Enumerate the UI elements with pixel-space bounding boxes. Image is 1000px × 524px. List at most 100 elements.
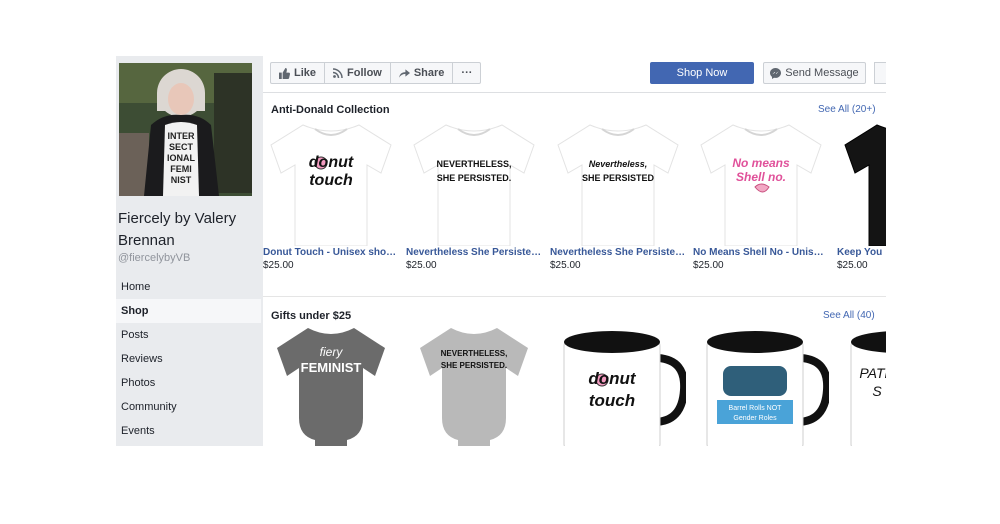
nav-item-reviews[interactable]: Reviews [116, 347, 261, 371]
product-price: $25.00 [406, 260, 437, 271]
product-image-graphic: Nevertheless, SHE PERSISTED [557, 124, 679, 247]
section-divider [263, 296, 886, 297]
action-button-group: Like Follow Share ··· [270, 62, 482, 84]
more-options-button[interactable]: ··· [453, 63, 480, 83]
product-name-link[interactable]: Nevertheless She Persisted (... [406, 247, 542, 258]
print-text: No means [732, 156, 790, 170]
product-card[interactable]: Nevertheless, SHE PERSISTED Nevertheless S… [550, 111, 686, 271]
product-price: $25.00 [693, 260, 724, 271]
nav-item-shop[interactable]: Shop [116, 299, 261, 323]
print-text: donut [588, 369, 637, 388]
product-card[interactable]: Keep You $25.00 [837, 111, 886, 271]
product-image-graphic: fieryFEMINIST [277, 328, 385, 446]
product-card[interactable]: fiery FEMINIST [263, 318, 399, 446]
onesie-shape [420, 328, 528, 446]
product-name-link[interactable]: No Means Shell No - Unisex s... [693, 247, 829, 258]
shop-main: Like Follow Share ··· Shop Now Send Mess… [263, 56, 886, 446]
print-text: SHE PERSISTED [582, 173, 655, 183]
product-name-link[interactable]: Keep You [837, 247, 886, 258]
product-card[interactable]: Barrel Rolls NOT Gender Roles [693, 318, 832, 446]
page-action-bar: Like Follow Share ··· Shop Now Send Mess… [263, 56, 886, 93]
print-text: PATR [859, 365, 886, 381]
product-name-link[interactable]: Nevertheless She Persisted -... [550, 247, 686, 258]
product-image-graphic: No meansShell no. [700, 124, 822, 247]
product-image[interactable]: Barrel Rolls NOT Gender Roles [693, 318, 832, 446]
product-card[interactable]: NEVERTHELESS, SHE PERSISTED. [406, 318, 542, 446]
like-button[interactable]: Like [271, 63, 326, 83]
product-image[interactable]: donut touch [263, 111, 399, 247]
print-text: fiery [320, 345, 344, 359]
print-text: touch [589, 391, 635, 410]
product-image[interactable]: NEVERTHELESS, SHE PERSISTED. [406, 111, 542, 247]
print-text: Gender Roles [733, 415, 777, 422]
product-image[interactable]: NEVERTHELESS, SHE PERSISTED. [406, 318, 542, 446]
product-image[interactable]: Nevertheless, SHE PERSISTED [550, 111, 686, 247]
shop-now-button[interactable]: Shop Now [650, 62, 754, 84]
more-icon: ··· [461, 67, 473, 79]
product-image[interactable] [837, 111, 886, 247]
send-message-button[interactable]: Send Message [763, 62, 866, 84]
share-button[interactable]: Share [391, 63, 454, 83]
page-nav: Home Shop Posts Reviews Photos Community Event… [116, 275, 261, 443]
product-card[interactable]: donut touch Donut Touch - Unisex short sl.… [263, 111, 399, 271]
product-image-graphic [844, 124, 886, 247]
product-image-graphic: NEVERTHELESS, SHE PERSISTED. [420, 328, 528, 446]
product-price: $25.00 [550, 260, 581, 271]
t-shirt-shape [557, 124, 679, 247]
nav-item-posts[interactable]: Posts [116, 323, 261, 347]
rss-follow-icon [333, 68, 343, 78]
product-card[interactable]: donut touch [550, 318, 689, 446]
truncated-button-edge [874, 62, 886, 84]
follow-button[interactable]: Follow [325, 63, 391, 83]
photo-shirt-text-line: IONAL [167, 153, 196, 163]
page-sidebar: INTER SECT IONAL FEMI NIST Fiercely by Valer… [116, 56, 261, 446]
photo-shirt-text-line: FEMI [170, 164, 192, 174]
t-shirt-shape [844, 124, 886, 247]
print-text: SHE PERSISTED. [437, 173, 512, 183]
nav-item-events[interactable]: Events [116, 419, 261, 443]
product-price: $25.00 [837, 260, 868, 271]
nav-item-photos[interactable]: Photos [116, 371, 261, 395]
product-image-graphic: Barrel Rolls NOT Gender Roles [706, 331, 832, 446]
mug-rim [564, 331, 660, 353]
product-image-graphic: donut touch [563, 331, 689, 446]
print-text: SHE PERSISTED. [441, 361, 507, 370]
product-image[interactable]: PATR S [837, 318, 886, 446]
page-name[interactable]: Fiercely by Valery Brennan [118, 208, 258, 252]
send-message-label: Send Message [785, 67, 859, 79]
photo-shirt-text-line: NIST [171, 175, 192, 185]
share-arrow-icon [398, 69, 410, 78]
product-image-graphic: donuttouch [270, 124, 392, 247]
profile-photo[interactable]: INTER SECT IONAL FEMI NIST [119, 63, 252, 196]
product-card[interactable]: No means Shell no. No Means Shell No - Uni… [693, 111, 829, 271]
print-text: S [872, 383, 882, 399]
t-shirt-shape [413, 124, 535, 247]
facebook-page-frame: INTER SECT IONAL FEMI NIST Fiercely by Valer… [116, 56, 886, 446]
product-image[interactable]: fiery FEMINIST [263, 318, 399, 446]
print-text: NEVERTHELESS, [436, 159, 511, 169]
like-label: Like [294, 67, 317, 79]
product-card[interactable]: NEVERTHELESS, SHE PERSISTED. Nevertheless … [406, 111, 542, 271]
print-text: NEVERTHELESS, [441, 349, 508, 358]
print-text: Nevertheless, [589, 159, 648, 169]
print-text: Barrel Rolls NOT [729, 405, 783, 412]
print-text: Shell no. [736, 170, 786, 184]
nav-item-home[interactable]: Home [116, 275, 261, 299]
messenger-icon [770, 67, 782, 79]
product-image[interactable]: No means Shell no. [693, 111, 829, 247]
product-image-graphic: NEVERTHELESS, SHE PERSISTED. [413, 124, 535, 247]
mug-rim [707, 331, 803, 353]
nav-item-community[interactable]: Community [116, 395, 261, 419]
print-text: donut [309, 154, 354, 171]
profile-photo-image: INTERSECTIONALFEMINIST [119, 63, 252, 196]
game-controller-graphic [723, 366, 787, 396]
follow-label: Follow [347, 67, 382, 79]
photo-shirt-text-line: SECT [169, 142, 194, 152]
product-image[interactable]: donut touch [550, 318, 689, 446]
photo-shirt-text-line: INTER [168, 131, 196, 141]
product-card[interactable]: PATR S [837, 318, 886, 446]
print-text: FEMINIST [301, 360, 362, 375]
share-label: Share [413, 67, 445, 79]
page-handle: @fiercelybyVB [118, 252, 191, 264]
product-name-link[interactable]: Donut Touch - Unisex short sl... [263, 247, 399, 258]
